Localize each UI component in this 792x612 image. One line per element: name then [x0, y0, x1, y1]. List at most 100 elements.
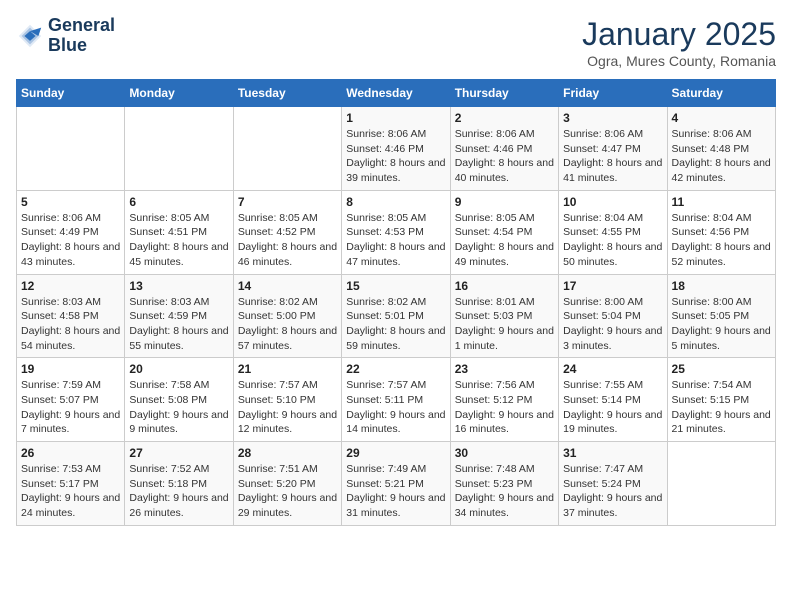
calendar-cell: 14 Sunrise: 8:02 AM Sunset: 5:00 PM Dayli…	[233, 274, 341, 358]
cell-day-number: 2	[455, 111, 554, 125]
weekday-header-monday: Monday	[125, 80, 233, 107]
calendar-cell: 31Sunrise: 7:47 AM Sunset: 5:24 PM Dayli…	[559, 442, 667, 526]
cell-info: Sunrise: 7:55 AM Sunset: 5:14 PM Dayligh…	[563, 378, 662, 437]
cell-day-number: 28	[238, 446, 337, 460]
cell-info: Sunrise: 7:58 AM Sunset: 5:08 PM Dayligh…	[129, 378, 228, 437]
calendar-cell: 4Sunrise: 8:06 AM Sunset: 4:48 PM Daylig…	[667, 107, 775, 191]
cell-day-number: 5	[21, 195, 120, 209]
cell-info: Sunrise: 7:52 AM Sunset: 5:18 PM Dayligh…	[129, 462, 228, 521]
cell-day-number: 18	[672, 279, 771, 293]
calendar-cell: 25 Sunrise: 7:54 AM Sunset: 5:15 PM Dayli…	[667, 358, 775, 442]
page-title: January 2025	[582, 16, 776, 53]
calendar-cell	[233, 107, 341, 191]
calendar-table: SundayMondayTuesdayWednesdayThursdayFrid…	[16, 79, 776, 526]
cell-info: Sunrise: 8:04 AM Sunset: 4:55 PM Dayligh…	[563, 211, 662, 270]
cell-info: Sunrise: 8:03 AM Sunset: 4:59 PM Dayligh…	[129, 295, 228, 354]
cell-info: Sunrise: 8:04 AM Sunset: 4:56 PM Dayligh…	[672, 211, 771, 270]
title-block: January 2025 Ogra, Mures County, Romania	[582, 16, 776, 69]
cell-info: Sunrise: 7:48 AM Sunset: 5:23 PM Dayligh…	[455, 462, 554, 521]
cell-day-number: 20	[129, 362, 228, 376]
cell-day-number: 24	[563, 362, 662, 376]
cell-day-number: 9	[455, 195, 554, 209]
cell-info: Sunrise: 7:54 AM Sunset: 5:15 PM Dayligh…	[672, 378, 771, 437]
cell-info: Sunrise: 8:05 AM Sunset: 4:53 PM Dayligh…	[346, 211, 445, 270]
calendar-week-row: 19 Sunrise: 7:59 AM Sunset: 5:07 PM Dayli…	[17, 358, 776, 442]
cell-info: Sunrise: 8:05 AM Sunset: 4:52 PM Dayligh…	[238, 211, 337, 270]
cell-day-number: 7	[238, 195, 337, 209]
cell-info: Sunrise: 7:51 AM Sunset: 5:20 PM Dayligh…	[238, 462, 337, 521]
logo-icon	[16, 22, 44, 50]
calendar-cell: 1 Sunrise: 8:06 AM Sunset: 4:46 PM Daylig…	[342, 107, 450, 191]
calendar-cell: 5 Sunrise: 8:06 AM Sunset: 4:49 PM Daylig…	[17, 190, 125, 274]
page-subtitle: Ogra, Mures County, Romania	[582, 53, 776, 69]
calendar-cell: 22 Sunrise: 7:57 AM Sunset: 5:11 PM Dayli…	[342, 358, 450, 442]
cell-day-number: 8	[346, 195, 445, 209]
calendar-cell: 9 Sunrise: 8:05 AM Sunset: 4:54 PM Daylig…	[450, 190, 558, 274]
calendar-cell: 8 Sunrise: 8:05 AM Sunset: 4:53 PM Daylig…	[342, 190, 450, 274]
cell-info: Sunrise: 8:00 AM Sunset: 5:05 PM Dayligh…	[672, 295, 771, 354]
calendar-cell: 17 Sunrise: 8:00 AM Sunset: 5:04 PM Dayli…	[559, 274, 667, 358]
calendar-cell: 15 Sunrise: 8:02 AM Sunset: 5:01 PM Dayli…	[342, 274, 450, 358]
weekday-header-wednesday: Wednesday	[342, 80, 450, 107]
calendar-cell: 11 Sunrise: 8:04 AM Sunset: 4:56 PM Dayli…	[667, 190, 775, 274]
cell-info: Sunrise: 8:05 AM Sunset: 4:54 PM Dayligh…	[455, 211, 554, 270]
calendar-cell: 10 Sunrise: 8:04 AM Sunset: 4:55 PM Dayli…	[559, 190, 667, 274]
cell-day-number: 25	[672, 362, 771, 376]
cell-info: Sunrise: 7:56 AM Sunset: 5:12 PM Dayligh…	[455, 378, 554, 437]
calendar-week-row: 12 Sunrise: 8:03 AM Sunset: 4:58 PM Dayli…	[17, 274, 776, 358]
calendar-cell: 13 Sunrise: 8:03 AM Sunset: 4:59 PM Dayli…	[125, 274, 233, 358]
cell-day-number: 10	[563, 195, 662, 209]
cell-day-number: 22	[346, 362, 445, 376]
cell-day-number: 11	[672, 195, 771, 209]
calendar-cell: 24 Sunrise: 7:55 AM Sunset: 5:14 PM Dayli…	[559, 358, 667, 442]
cell-day-number: 19	[21, 362, 120, 376]
cell-info: Sunrise: 8:02 AM Sunset: 5:01 PM Dayligh…	[346, 295, 445, 354]
calendar-cell: 21Sunrise: 7:57 AM Sunset: 5:10 PM Dayli…	[233, 358, 341, 442]
cell-day-number: 14	[238, 279, 337, 293]
cell-day-number: 15	[346, 279, 445, 293]
cell-info: Sunrise: 8:05 AM Sunset: 4:51 PM Dayligh…	[129, 211, 228, 270]
cell-info: Sunrise: 8:00 AM Sunset: 5:04 PM Dayligh…	[563, 295, 662, 354]
calendar-week-row: 26 Sunrise: 7:53 AM Sunset: 5:17 PM Dayli…	[17, 442, 776, 526]
cell-day-number: 26	[21, 446, 120, 460]
cell-info: Sunrise: 7:59 AM Sunset: 5:07 PM Dayligh…	[21, 378, 120, 437]
cell-info: Sunrise: 8:03 AM Sunset: 4:58 PM Dayligh…	[21, 295, 120, 354]
cell-info: Sunrise: 8:02 AM Sunset: 5:00 PM Dayligh…	[238, 295, 337, 354]
weekday-header-row: SundayMondayTuesdayWednesdayThursdayFrid…	[17, 80, 776, 107]
cell-day-number: 29	[346, 446, 445, 460]
cell-day-number: 13	[129, 279, 228, 293]
calendar-cell: 2 Sunrise: 8:06 AM Sunset: 4:46 PM Daylig…	[450, 107, 558, 191]
calendar-cell	[667, 442, 775, 526]
weekday-header-friday: Friday	[559, 80, 667, 107]
cell-day-number: 1	[346, 111, 445, 125]
cell-day-number: 23	[455, 362, 554, 376]
logo: General Blue	[16, 16, 115, 56]
cell-info: Sunrise: 8:01 AM Sunset: 5:03 PM Dayligh…	[455, 295, 554, 354]
calendar-cell: 16 Sunrise: 8:01 AM Sunset: 5:03 PM Dayli…	[450, 274, 558, 358]
cell-info: Sunrise: 7:57 AM Sunset: 5:11 PM Dayligh…	[346, 378, 445, 437]
cell-info: Sunrise: 8:06 AM Sunset: 4:46 PM Dayligh…	[455, 127, 554, 186]
calendar-cell: 18 Sunrise: 8:00 AM Sunset: 5:05 PM Dayli…	[667, 274, 775, 358]
cell-info: Sunrise: 7:53 AM Sunset: 5:17 PM Dayligh…	[21, 462, 120, 521]
calendar-cell: 28 Sunrise: 7:51 AM Sunset: 5:20 PM Dayli…	[233, 442, 341, 526]
calendar-cell: 29 Sunrise: 7:49 AM Sunset: 5:21 PM Dayli…	[342, 442, 450, 526]
cell-day-number: 12	[21, 279, 120, 293]
calendar-cell: 7 Sunrise: 8:05 AM Sunset: 4:52 PM Daylig…	[233, 190, 341, 274]
calendar-week-row: 1 Sunrise: 8:06 AM Sunset: 4:46 PM Daylig…	[17, 107, 776, 191]
cell-day-number: 17	[563, 279, 662, 293]
calendar-cell: 30Sunrise: 7:48 AM Sunset: 5:23 PM Dayli…	[450, 442, 558, 526]
cell-day-number: 6	[129, 195, 228, 209]
cell-info: Sunrise: 8:06 AM Sunset: 4:46 PM Dayligh…	[346, 127, 445, 186]
cell-info: Sunrise: 7:47 AM Sunset: 5:24 PM Dayligh…	[563, 462, 662, 521]
calendar-cell: 20 Sunrise: 7:58 AM Sunset: 5:08 PM Dayli…	[125, 358, 233, 442]
weekday-header-tuesday: Tuesday	[233, 80, 341, 107]
cell-info: Sunrise: 7:49 AM Sunset: 5:21 PM Dayligh…	[346, 462, 445, 521]
cell-info: Sunrise: 8:06 AM Sunset: 4:49 PM Dayligh…	[21, 211, 120, 270]
calendar-cell: 19 Sunrise: 7:59 AM Sunset: 5:07 PM Dayli…	[17, 358, 125, 442]
cell-day-number: 16	[455, 279, 554, 293]
calendar-cell: 12 Sunrise: 8:03 AM Sunset: 4:58 PM Dayli…	[17, 274, 125, 358]
calendar-cell: 27 Sunrise: 7:52 AM Sunset: 5:18 PM Dayli…	[125, 442, 233, 526]
cell-day-number: 27	[129, 446, 228, 460]
calendar-cell: 23 Sunrise: 7:56 AM Sunset: 5:12 PM Dayli…	[450, 358, 558, 442]
cell-info: Sunrise: 7:57 AM Sunset: 5:10 PM Dayligh…	[238, 378, 337, 437]
